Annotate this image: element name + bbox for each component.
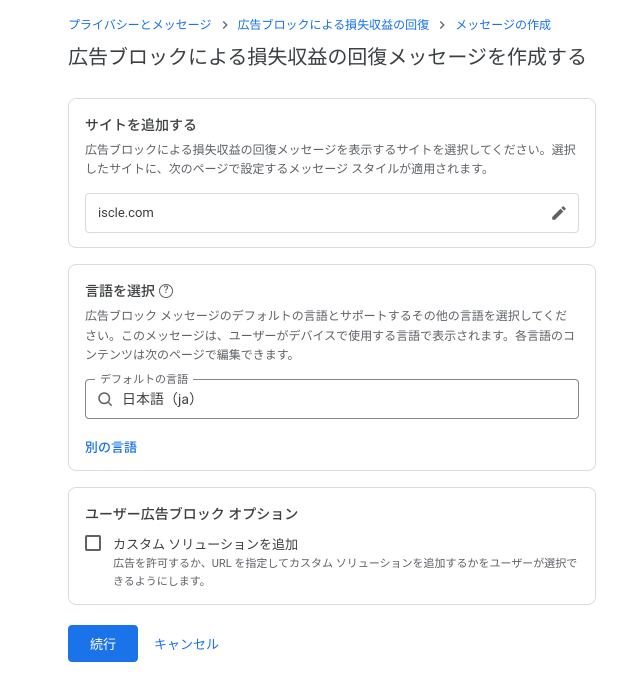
language-card: 言語を選択 ? 広告ブロック メッセージのデフォルトの言語とサポートするその他の…: [68, 264, 596, 471]
cancel-button[interactable]: キャンセル: [154, 634, 219, 653]
site-card-title: サイトを追加する: [85, 115, 579, 135]
default-language-label: デフォルトの言語: [95, 371, 193, 387]
options-card: ユーザー広告ブロック オプション カスタム ソリューションを追加 広告を許可する…: [68, 487, 596, 605]
actions-row: 続行 キャンセル: [68, 625, 596, 662]
edit-icon[interactable]: [550, 204, 568, 222]
site-row: iscle.com: [85, 193, 579, 233]
custom-solution-label: カスタム ソリューションを追加: [113, 534, 579, 553]
other-language-link[interactable]: 別の言語: [85, 437, 137, 456]
default-language-value: 日本語（ja）: [122, 389, 203, 409]
language-card-title-text: 言語を選択: [85, 281, 155, 301]
language-card-title: 言語を選択 ?: [85, 281, 579, 301]
page-title: 広告ブロックによる損失収益の回復メッセージを作成する: [68, 41, 596, 70]
options-card-title: ユーザー広告ブロック オプション: [85, 504, 579, 524]
chevron-right-icon: [218, 18, 232, 32]
site-card-desc: 広告ブロックによる損失収益の回復メッセージを表示するサイトを選択してください。選…: [85, 141, 579, 179]
breadcrumb: プライバシーとメッセージ 広告ブロックによる損失収益の回復 メッセージの作成: [68, 16, 596, 33]
language-card-desc: 広告ブロック メッセージのデフォルトの言語とサポートするその他の言語を選択してく…: [85, 307, 579, 365]
breadcrumb-link-adblock[interactable]: 広告ブロックによる損失収益の回復: [238, 16, 430, 33]
search-icon: [96, 390, 114, 408]
breadcrumb-link-create[interactable]: メッセージの作成: [455, 16, 551, 33]
custom-solution-checkbox[interactable]: [85, 535, 101, 551]
site-card: サイトを追加する 広告ブロックによる損失収益の回復メッセージを表示するサイトを選…: [68, 98, 596, 248]
help-icon[interactable]: ?: [159, 284, 173, 298]
site-name: iscle.com: [98, 206, 154, 221]
breadcrumb-link-privacy[interactable]: プライバシーとメッセージ: [68, 16, 212, 33]
chevron-right-icon: [435, 18, 449, 32]
continue-button[interactable]: 続行: [68, 625, 138, 662]
custom-solution-desc: 広告を許可するか、URL を指定してカスタム ソリューションを追加するかをユーザ…: [113, 555, 579, 590]
